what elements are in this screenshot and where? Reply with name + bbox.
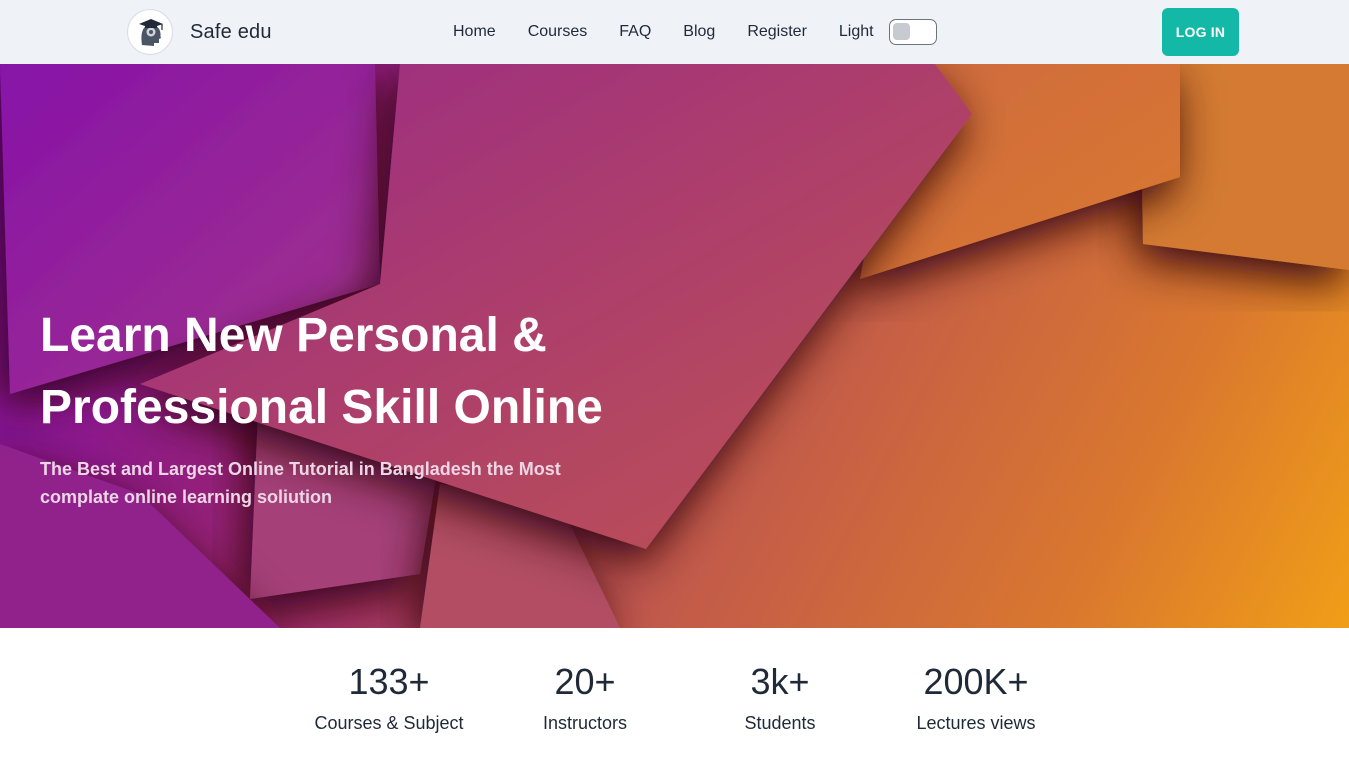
nav-home[interactable]: Home (453, 23, 496, 41)
hero-subtitle: The Best and Largest Online Tutorial in … (40, 459, 561, 507)
stat-lectures: 200K+ Lectures views (878, 660, 1074, 736)
stat-label: Courses & Subject (314, 713, 464, 733)
brand-name: Safe edu (190, 20, 272, 43)
hero-banner: Learn New Personal & Professional Skill … (0, 64, 1349, 628)
stat-courses: 133+ Courses & Subject (291, 660, 487, 736)
stat-value: 3k+ (750, 661, 810, 702)
stat-value: 200K+ (923, 661, 1029, 702)
theme-toggle[interactable] (888, 19, 937, 45)
nav-faq[interactable]: FAQ (619, 23, 651, 41)
stat-instructors: 20+ Instructors (487, 660, 683, 736)
stats-section: 133+ Courses & Subject 20+ Instructors 3… (0, 628, 1349, 780)
theme-switcher: Light (839, 19, 937, 45)
hero-title: Learn New Personal & Professional Skill … (40, 309, 603, 434)
stat-label: Students (744, 713, 816, 733)
login-button[interactable]: LOG IN (1162, 8, 1239, 56)
nav-blog[interactable]: Blog (683, 23, 715, 41)
navbar: Safe edu Home Courses FAQ Blog Register … (0, 0, 1349, 64)
stat-label: Lectures views (916, 713, 1036, 733)
toggle-knob (892, 23, 910, 40)
main-nav: Home Courses FAQ Blog Register Light (453, 0, 937, 64)
theme-label: Light (838, 23, 874, 40)
nav-courses[interactable]: Courses (528, 23, 588, 41)
stat-label: Instructors (542, 713, 628, 733)
stat-students: 3k+ Students (682, 660, 878, 736)
nav-register[interactable]: Register (747, 23, 807, 41)
stat-value: 133+ (348, 661, 430, 702)
stat-value: 20+ (554, 661, 616, 702)
brand[interactable]: Safe edu (127, 9, 272, 55)
graduate-head-icon (127, 9, 173, 55)
